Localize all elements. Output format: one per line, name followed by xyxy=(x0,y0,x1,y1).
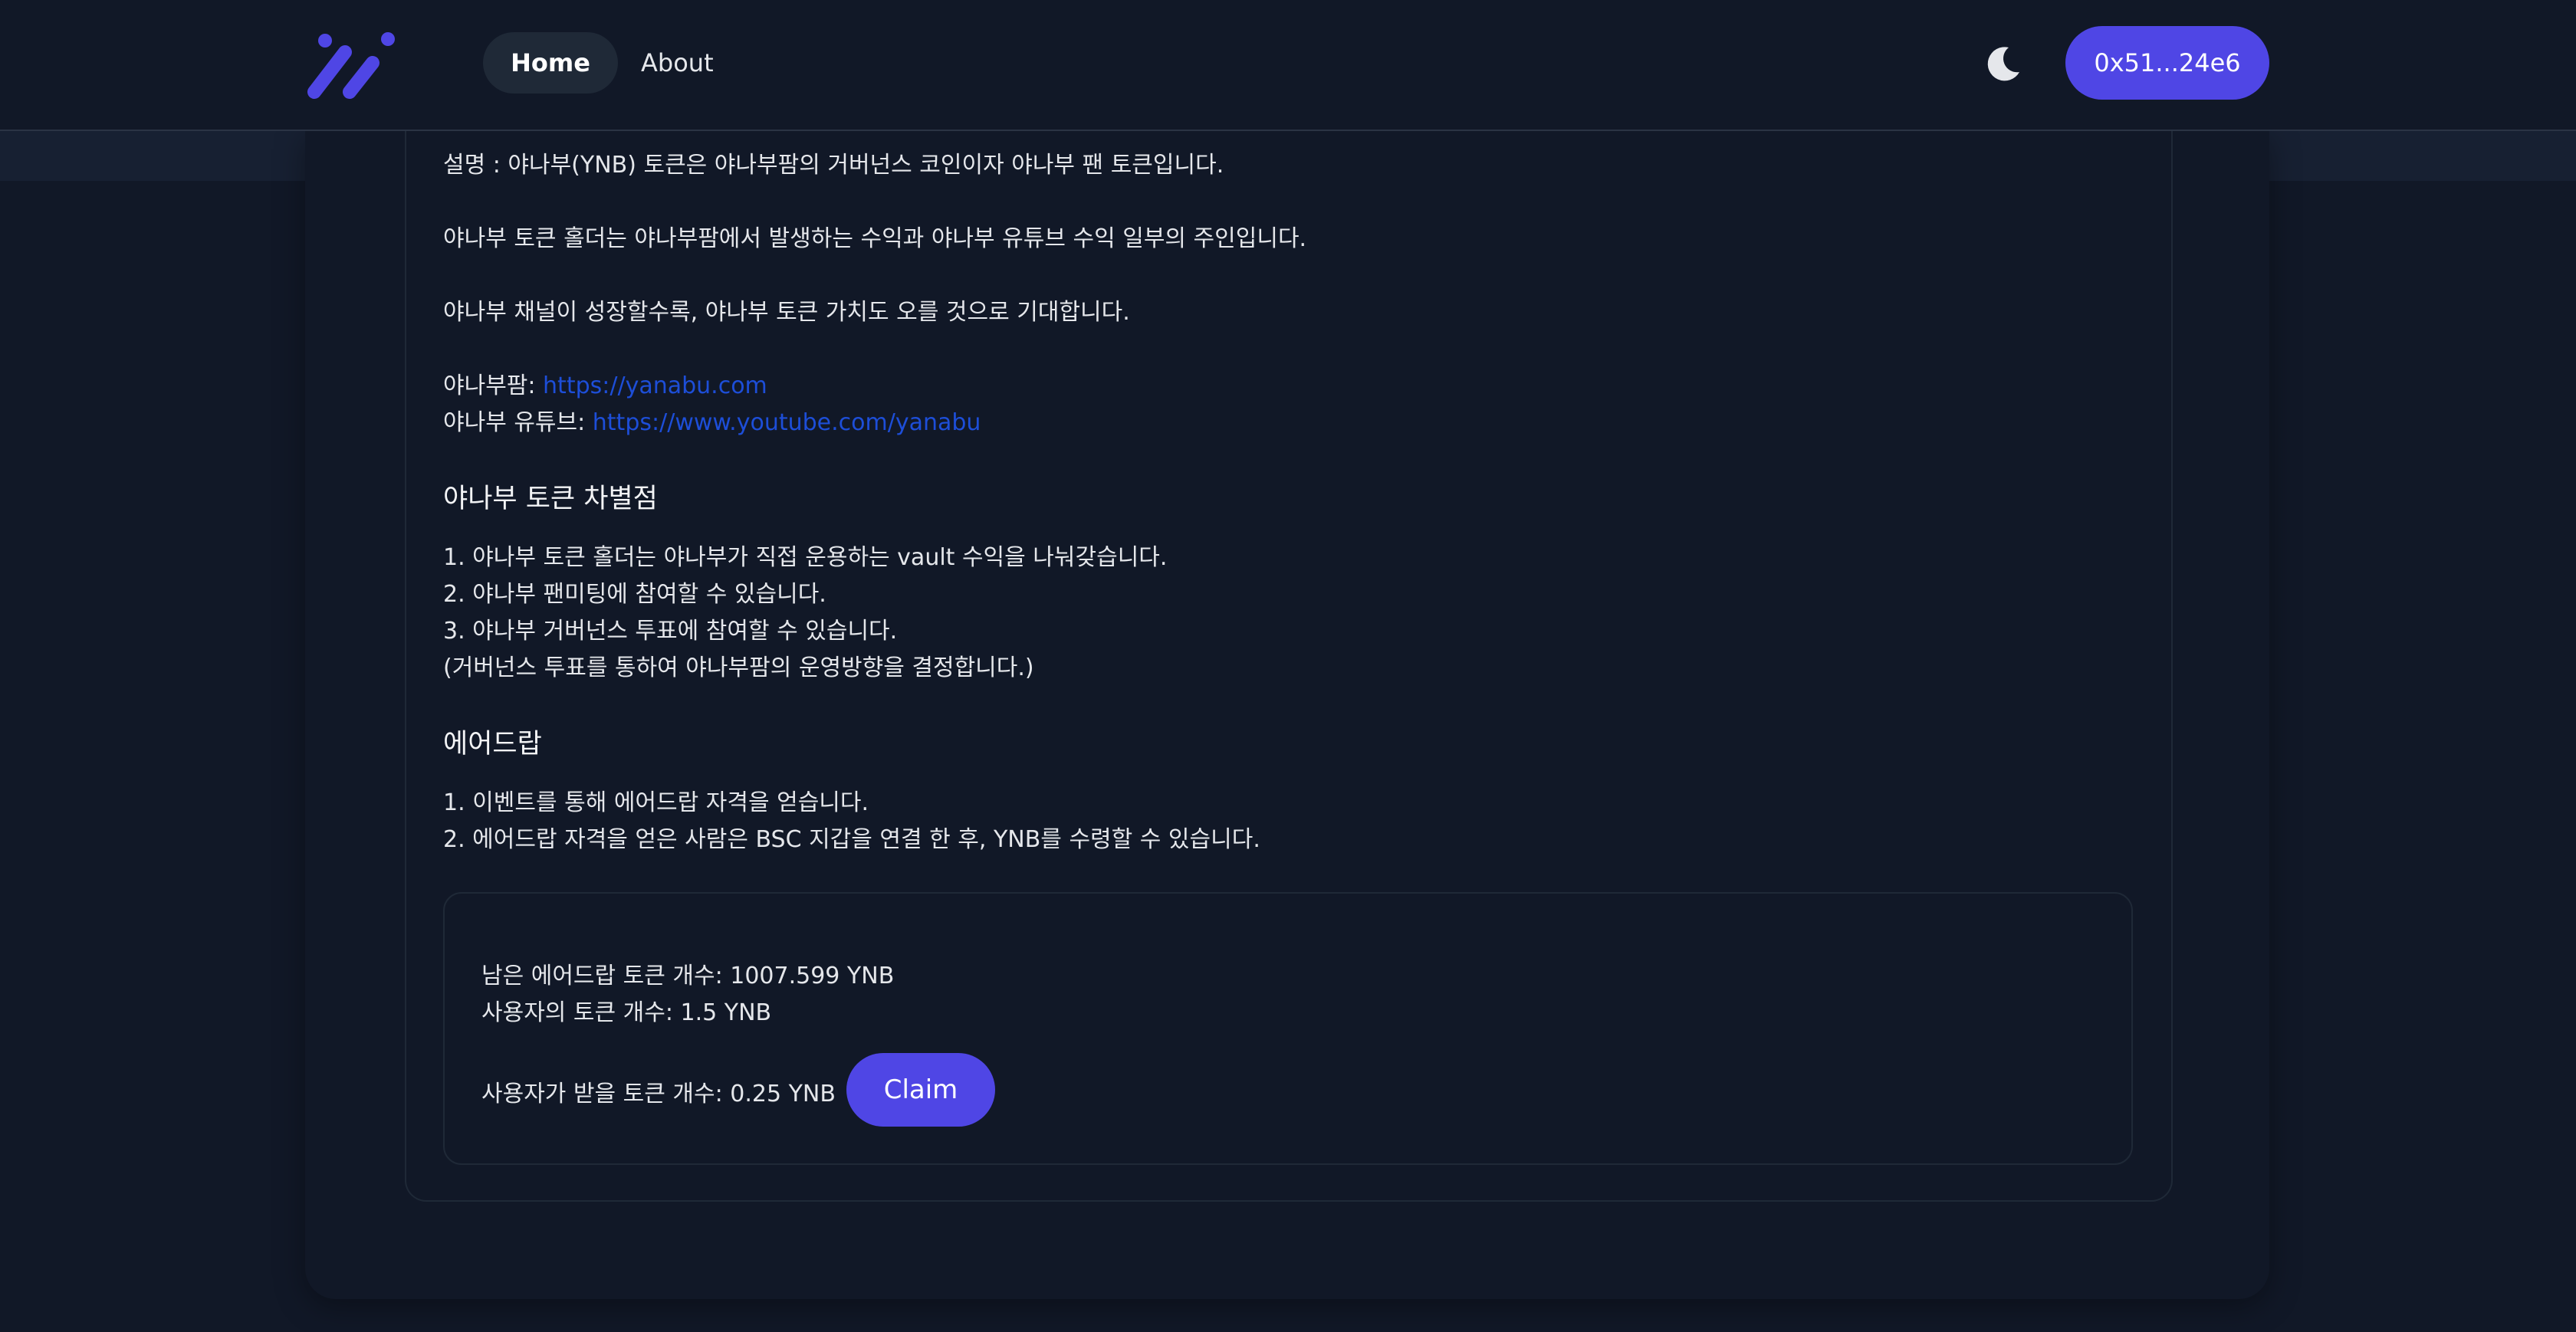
youtube-link-label: 야나부 유튜브: xyxy=(443,409,593,436)
feature-item: (거버넌스 투표를 통하여 야나부팜의 운영방향을 결정합니다.) xyxy=(443,655,1034,681)
claim-button[interactable]: Claim xyxy=(846,1053,995,1127)
airdrop-heading: 에어드랍 xyxy=(443,729,542,760)
youtube-link[interactable]: https://www.youtube.com/yanabu xyxy=(593,409,981,436)
farm-link[interactable]: https://yanabu.com xyxy=(543,372,767,399)
youtube-link-row: 야나부 유튜브: https://www.youtube.com/yanabu xyxy=(443,403,981,437)
farm-link-row: 야나부팜: https://yanabu.com xyxy=(443,366,767,400)
nav-home-tab[interactable]: Home xyxy=(483,32,618,94)
nav-about-tab[interactable]: About xyxy=(641,32,714,94)
remaining-tokens: 남은 에어드랍 토큰 개수: 1007.599 YNB xyxy=(481,963,895,989)
user-tokens: 사용자의 토큰 개수: 1.5 YNB xyxy=(481,999,772,1026)
description-line-3: 야나부 채널이 성장할수록, 야나부 토큰 가치도 오를 것으로 기대합니다. xyxy=(443,299,1130,326)
moon-icon[interactable] xyxy=(1981,43,2024,86)
description-line-1: 설명 : 야나부(YNB) 토큰은 야나부팜의 거버넌스 코인이자 야나부 팬 … xyxy=(443,152,1224,179)
feature-item: 2. 야나부 팬미팅에 참여할 수 있습니다. xyxy=(443,581,826,608)
feature-item: 3. 야나부 거버넌스 투표에 참여할 수 있습니다. xyxy=(443,618,898,645)
brand-logo-icon[interactable] xyxy=(305,31,397,100)
top-navbar: Home About 0x51...24e6 xyxy=(0,0,2576,131)
feature-item: 1. 야나부 토큰 홀더는 야나부가 직접 운용하는 vault 수익을 나눠갖… xyxy=(443,544,1168,571)
airdrop-item: 1. 이벤트를 통해 에어드랍 자격을 얻습니다. xyxy=(443,789,869,816)
farm-link-label: 야나부팜: xyxy=(443,372,544,399)
claimable-tokens: 사용자가 받을 토큰 개수: 0.25 YNB xyxy=(481,1081,836,1107)
features-heading: 야나부 토큰 차별점 xyxy=(443,484,658,514)
airdrop-claim-box xyxy=(443,892,2133,1165)
airdrop-item: 2. 에어드랍 자격을 얻은 사람은 BSC 지갑을 연결 한 후, YNB를 … xyxy=(443,826,1260,853)
description-line-2: 야나부 토큰 홀더는 야나부팜에서 발생하는 수익과 야나부 유튜브 수익 일부… xyxy=(443,225,1307,252)
wallet-address-button[interactable]: 0x51...24e6 xyxy=(2065,26,2269,100)
